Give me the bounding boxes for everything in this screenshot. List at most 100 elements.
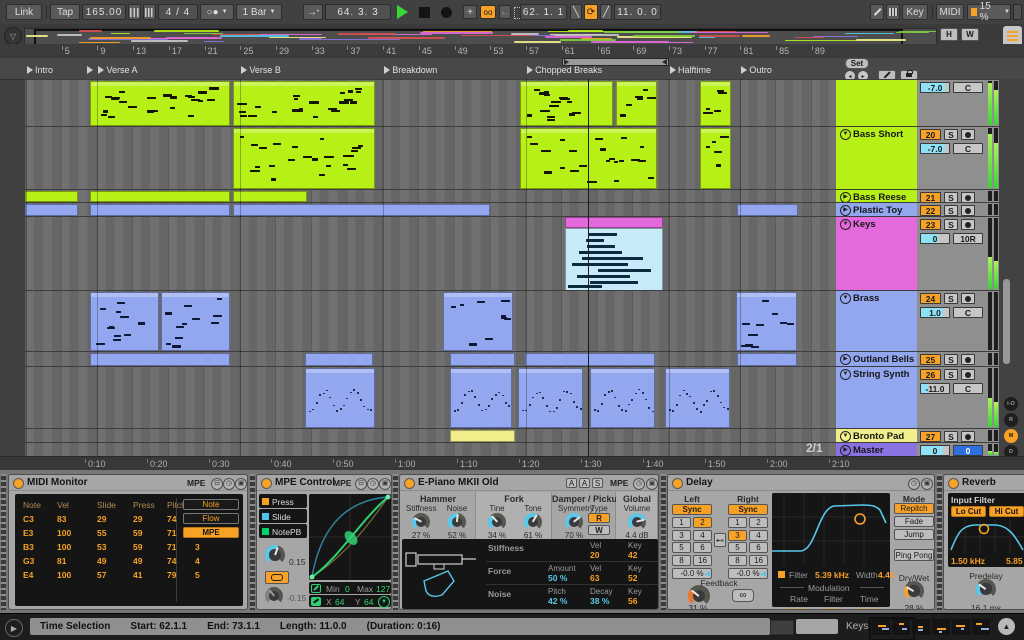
punch-out-icon[interactable]: ╱	[600, 4, 612, 20]
locator-label[interactable]: Verse A	[106, 65, 137, 75]
track-lane[interactable]	[25, 79, 836, 126]
right-beat-4[interactable]: 4	[749, 530, 768, 541]
min-value[interactable]: 0	[345, 584, 350, 594]
curve-type-icon[interactable]	[311, 597, 321, 606]
freeze-button[interactable]: ∞	[732, 589, 754, 602]
track-lane[interactable]	[25, 428, 836, 442]
record-button[interactable]	[441, 7, 452, 18]
track-lane[interactable]	[25, 366, 836, 428]
track-header[interactable]: ▶Master00	[836, 442, 1000, 456]
nudge-up-icon[interactable]	[143, 4, 156, 20]
track-name[interactable]: Plastic Toy	[853, 205, 902, 216]
volume-field[interactable]: -11.0	[920, 383, 950, 394]
type-button-w[interactable]: W	[588, 525, 610, 535]
track-header[interactable]: ▼Bass Short20S-7.0C	[836, 126, 1000, 189]
fold-arrow-icon[interactable]: ▼	[840, 293, 851, 304]
mixer-section-toggle-r[interactable]: R	[1004, 413, 1018, 427]
midi-clip[interactable]	[737, 204, 798, 216]
track-lane[interactable]	[25, 126, 836, 189]
fold-arrow-icon[interactable]: ▶	[840, 205, 851, 216]
cell-value[interactable]: 63	[590, 573, 599, 583]
pedal-toggle[interactable]	[265, 571, 289, 584]
midi-clip[interactable]	[25, 204, 78, 216]
midi-clip[interactable]	[233, 204, 490, 216]
midi-clip[interactable]	[450, 368, 512, 428]
track-header[interactable]: ▶Plastic Toy22S	[836, 202, 1000, 216]
monitor-tab-mpe[interactable]: MPE	[183, 527, 239, 538]
track-color-swatch[interactable]: ▼String Synth	[836, 367, 917, 428]
set-locator-button[interactable]: Set	[845, 58, 869, 69]
key-map-button[interactable]: Key	[902, 4, 928, 20]
midi-clip[interactable]	[305, 368, 375, 428]
device-on-led[interactable]	[948, 478, 959, 489]
track-lane[interactable]	[25, 202, 836, 216]
midi-clip[interactable]	[90, 191, 230, 202]
track-number[interactable]: 26	[920, 369, 941, 380]
knob[interactable]	[265, 545, 285, 565]
volume-field[interactable]: 0	[920, 233, 950, 244]
loop-length-field[interactable]: 11. 0. 0	[614, 4, 661, 20]
pan-field[interactable]: C	[953, 143, 983, 154]
device-chain-thumbnail[interactable]	[872, 619, 890, 635]
midi-clip[interactable]	[700, 128, 731, 189]
fold-arrow-icon[interactable]: ▼	[840, 369, 851, 380]
locator-flag-icon[interactable]	[384, 66, 390, 74]
expand-icon[interactable]: ▼	[378, 596, 390, 608]
left-beat-16[interactable]: 16	[693, 555, 712, 566]
track-name[interactable]: Bronto Pad	[853, 431, 904, 442]
fold-arrow-icon[interactable]: ▼	[840, 219, 851, 230]
save-preset-icon[interactable]: ▣	[646, 478, 658, 490]
close-overview-icon[interactable]: ▽	[4, 27, 22, 45]
pan-field[interactable]: 0	[953, 445, 983, 456]
locator-label[interactable]: Breakdown	[392, 65, 437, 75]
left-beat-6[interactable]: 6	[693, 542, 712, 553]
solo-button[interactable]: S	[944, 129, 958, 140]
volume-field[interactable]: -7.0	[920, 143, 950, 154]
device-chain-thumbnail[interactable]	[912, 619, 930, 635]
solo-button[interactable]: S	[944, 431, 958, 442]
device-chain-thumbnail[interactable]	[952, 619, 970, 635]
midi-clip[interactable]	[616, 81, 657, 126]
cell-value[interactable]: 20	[590, 550, 599, 560]
hi-cut-button[interactable]: Hi Cut	[989, 506, 1024, 517]
fold-arrow-icon[interactable]: ▶	[840, 445, 851, 456]
cell-value[interactable]: 50 %	[548, 573, 567, 583]
midi-clip[interactable]	[737, 353, 797, 366]
cell-value[interactable]: 52	[628, 573, 637, 583]
track-lane[interactable]	[25, 290, 836, 351]
clip-title-bar[interactable]	[565, 217, 663, 228]
left-beat-1[interactable]: 1	[672, 517, 691, 528]
track-number[interactable]: 23	[920, 219, 941, 230]
fold-icon[interactable]: ⊟	[211, 478, 223, 490]
track-lane[interactable]	[25, 442, 836, 456]
arm-button[interactable]	[961, 205, 975, 216]
midi-clip[interactable]	[305, 353, 373, 366]
knob[interactable]	[448, 513, 466, 531]
left-beat-3[interactable]: 3	[672, 530, 691, 541]
device-on-led[interactable]	[261, 478, 272, 489]
groove-amount-button[interactable]: ○●▼	[200, 4, 234, 20]
track-color-swatch[interactable]: ▼Bronto Pad	[836, 429, 917, 442]
track-header[interactable]: ▼Keys23S010R	[836, 216, 1000, 290]
device-on-led[interactable]	[672, 478, 683, 489]
track-lane[interactable]	[25, 351, 836, 366]
knob[interactable]	[688, 585, 710, 607]
track-color-swatch[interactable]: ▶Outland Bells	[836, 352, 917, 366]
loop-switch[interactable]: ⟳	[584, 4, 598, 20]
tap-tempo-button[interactable]: Tap	[50, 4, 80, 20]
midi-clip[interactable]	[233, 81, 375, 126]
track-name[interactable]: Outland Bells	[853, 354, 914, 365]
arm-button[interactable]	[961, 219, 975, 230]
track-number[interactable]: 24	[920, 293, 941, 304]
knob[interactable]	[565, 513, 583, 531]
filter-freq-value[interactable]: 5.39 kHz	[815, 570, 849, 580]
stereo-link-button[interactable]: ⊷	[714, 533, 726, 547]
arrangement-overview[interactable]	[24, 28, 937, 45]
optimize-height-button[interactable]: H	[940, 28, 958, 41]
track-name[interactable]: Bass Short	[853, 129, 903, 140]
arm-button[interactable]	[961, 293, 975, 304]
midi-clip[interactable]	[90, 292, 159, 351]
right-offset-field[interactable]: -0.0 %	[728, 568, 768, 579]
right-beat-2[interactable]: 2	[749, 517, 768, 528]
quantization-menu[interactable]: 1 Bar▼	[236, 4, 282, 20]
